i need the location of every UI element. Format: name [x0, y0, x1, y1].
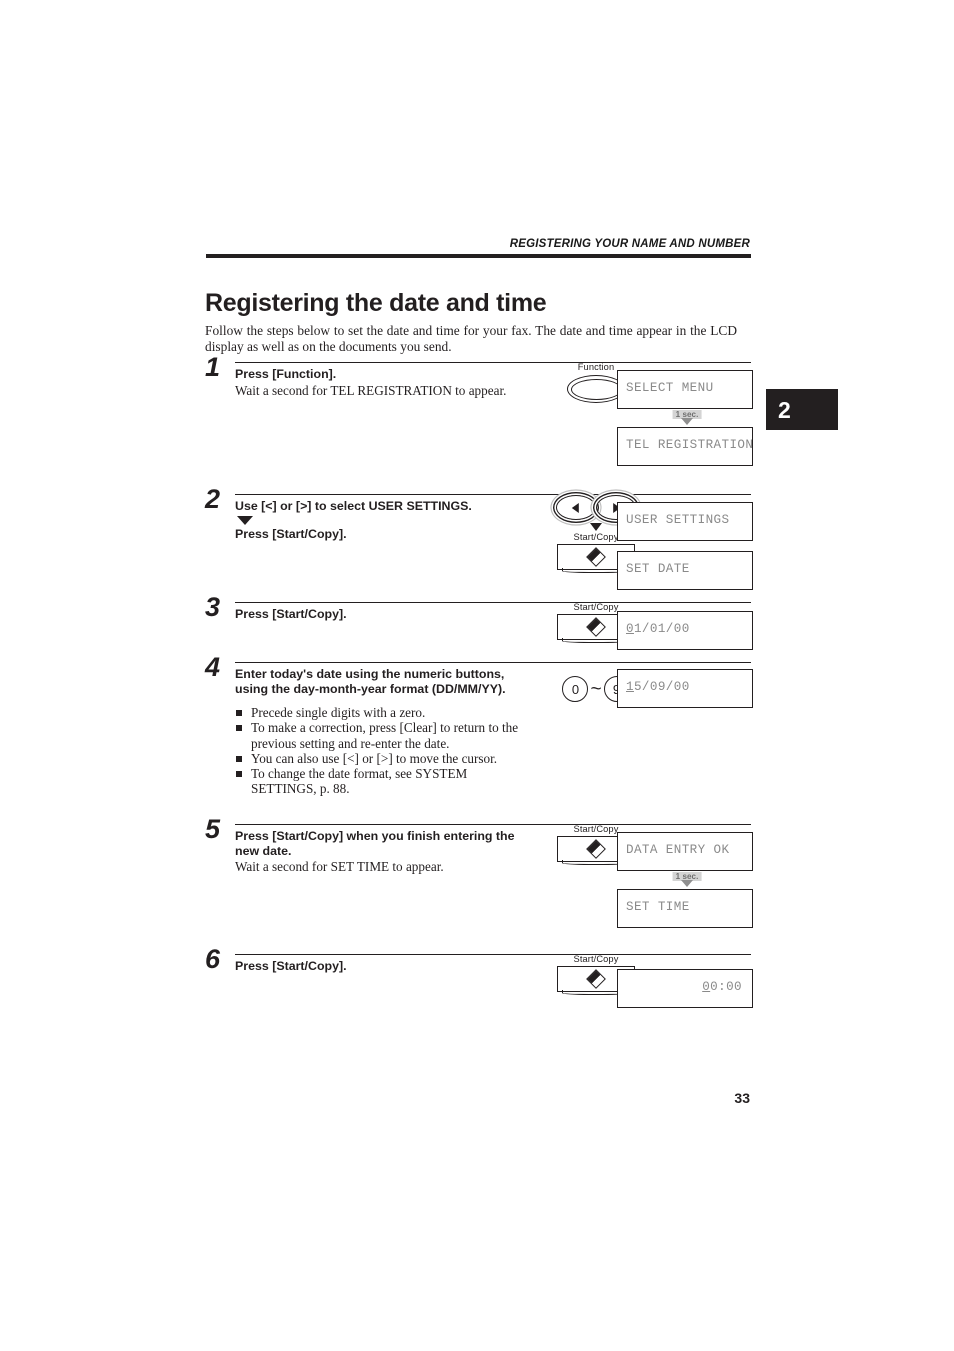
lcd-rest: 0:00 [710, 980, 742, 994]
lcd-text: SELECT MENU [626, 381, 714, 395]
lcd-display: 00:00 [617, 969, 753, 1008]
delay-arrow-icon [681, 880, 693, 887]
page-title: Registering the date and time [205, 288, 547, 317]
lcd-sequence: 01/01/00 [617, 611, 757, 650]
lcd-text: DATA ENTRY OK [626, 843, 729, 857]
step-number: 1 [205, 352, 221, 382]
lcd-cursor-char: 0 [702, 980, 711, 994]
down-arrow-icon [237, 515, 253, 525]
left-arrow-key-icon [556, 495, 596, 520]
step-text: Press [Start/Copy]. [235, 959, 535, 974]
lcd-text: 15/09/00 [626, 680, 690, 694]
step-bullet-list: Precede single digits with a zero. To ma… [235, 705, 535, 797]
lcd-rest: 5/09/00 [633, 680, 690, 694]
list-item: You can also use [<] or [>] to move the … [235, 751, 535, 766]
lcd-rest: SET TIME [626, 900, 690, 914]
lcd-rest: 1/01/00 [633, 622, 690, 636]
step-text: Press [Function]. Wait a second for TEL … [235, 367, 535, 398]
lcd-display: TEL REGISTRATION [617, 427, 753, 466]
page-number: 33 [734, 1090, 750, 1106]
lcd-text: SET DATE [626, 562, 690, 576]
step-number: 4 [205, 652, 221, 682]
lcd-display: SET TIME [617, 889, 753, 928]
step-divider [235, 662, 751, 664]
header-rule [206, 254, 751, 258]
step-number: 6 [205, 944, 221, 974]
lcd-text: SET TIME [626, 900, 690, 914]
lcd-display: DATA ENTRY OK [617, 832, 753, 871]
lcd-sequence: 00:00 [617, 969, 757, 1008]
range-tilde: ~ [590, 678, 602, 700]
lcd-rest: USER SETTINGS [626, 513, 730, 527]
lcd-display: 15/09/00 [617, 669, 753, 708]
step-lead: Press [Start/Copy]. [235, 959, 347, 973]
lcd-text: 00:00 [702, 980, 742, 994]
list-item: Precede single digits with a zero. [235, 705, 535, 720]
left-triangle-icon [571, 502, 579, 513]
lcd-rest: DATA ENTRY OK [626, 843, 730, 857]
step-number: 3 [205, 592, 221, 622]
lcd-sequence: DATA ENTRY OK 1 sec. SET TIME [617, 832, 757, 928]
step-text: Press [Start/Copy] when you finish enter… [235, 829, 535, 875]
running-head: REGISTERING YOUR NAME AND NUMBER [509, 238, 750, 250]
lcd-sequence: 15/09/00 [617, 669, 757, 708]
diamond-icon [586, 969, 606, 989]
list-item: To make a correction, press [Clear] to r… [235, 720, 535, 751]
lcd-cursor-char: 1 [626, 680, 634, 694]
lcd-sequence: SELECT MENU 1 sec. TEL REGISTRATION [617, 370, 757, 466]
manual-page: REGISTERING YOUR NAME AND NUMBER Registe… [0, 0, 954, 1351]
delay-indicator: 1 sec. [617, 409, 757, 427]
step-divider [235, 954, 751, 956]
step-lead: Press [Start/Copy]. [235, 607, 347, 621]
chapter-tab: 2 [766, 389, 838, 430]
step-lead-2: Press [Start/Copy]. [235, 526, 347, 541]
step-number: 5 [205, 814, 221, 844]
numeric-key-0-icon: 0 [562, 676, 589, 702]
diamond-icon [586, 617, 606, 637]
step-sub: Wait a second for TEL REGISTRATION to ap… [235, 382, 507, 398]
start-copy-button-label: Start/Copy [573, 954, 619, 964]
diamond-icon [586, 547, 606, 567]
lcd-display: SET DATE [617, 551, 753, 590]
lcd-gap [617, 541, 757, 551]
step-sub: Wait a second for SET TIME to appear. [235, 859, 444, 874]
lcd-sequence: USER SETTINGS SET DATE [617, 502, 757, 590]
list-item: To change the date format, see SYSTEM SE… [235, 766, 535, 797]
lcd-display: 01/01/00 [617, 611, 753, 650]
step-lead: Use [<] or [>] to select USER SETTINGS. [235, 499, 472, 513]
lcd-display: USER SETTINGS [617, 502, 753, 541]
intro-paragraph: Follow the steps below to set the date a… [205, 323, 737, 355]
lcd-text: TEL REGISTRATION [626, 438, 753, 452]
lcd-rest: SET DATE [626, 562, 690, 576]
step-divider [235, 494, 751, 496]
lcd-rest: SELECT MENU [626, 381, 714, 395]
down-arrow-icon [590, 523, 602, 531]
step-text: Enter today's date using the numeric but… [235, 667, 535, 797]
step-lead: Press [Start/Copy] when you finish enter… [235, 829, 515, 858]
step-divider [235, 824, 751, 826]
diamond-icon [586, 839, 606, 859]
lcd-text: 01/01/00 [626, 622, 690, 636]
step-divider [235, 362, 751, 364]
step-number: 2 [205, 484, 221, 514]
lcd-text: USER SETTINGS [626, 513, 729, 527]
delay-indicator: 1 sec. [617, 871, 757, 889]
delay-arrow-icon [681, 418, 693, 425]
chapter-tab-number: 2 [778, 397, 791, 423]
lcd-display: SELECT MENU [617, 370, 753, 409]
lcd-rest: TEL REGISTRATION [626, 438, 754, 452]
step-lead: Press [Function]. [235, 367, 337, 381]
step-divider [235, 602, 751, 604]
step-lead: Enter today's date using the numeric but… [235, 667, 506, 696]
step-text: Use [<] or [>] to select USER SETTINGS. … [235, 499, 535, 541]
step-text: Press [Start/Copy]. [235, 607, 535, 622]
lcd-cursor-char: 0 [626, 622, 634, 636]
